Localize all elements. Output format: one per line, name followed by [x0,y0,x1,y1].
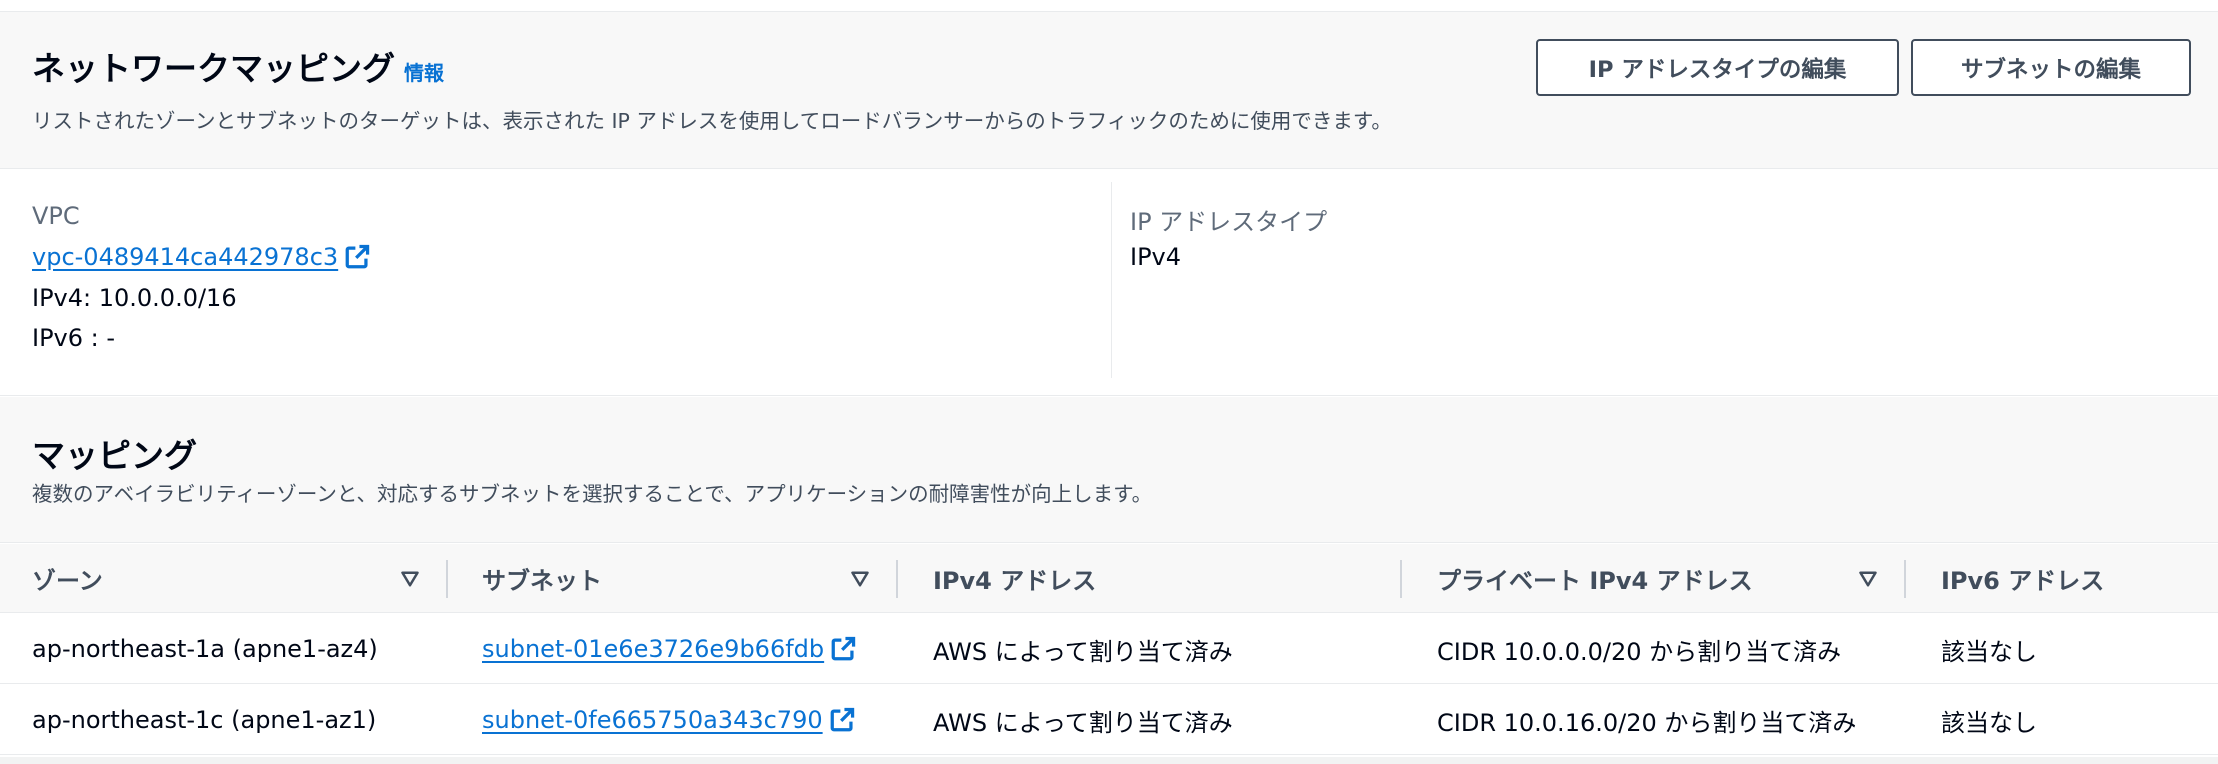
sort-caret-down-icon[interactable] [1858,569,1878,589]
ip-address-type-value: IPv4 [1130,243,1182,271]
top-edge [0,0,2218,12]
external-link-icon [830,707,854,732]
private-ipv4-address-cell: CIDR 10.0.0.0/20 から割り当て済み [1437,637,1842,666]
zone-cell: ap-northeast-1c (apne1-az1) [32,706,377,734]
external-link-icon [345,244,370,269]
sort-caret-down-icon[interactable] [850,569,870,589]
private-ipv4-address-cell: CIDR 10.0.16.0/20 から割り当て済み [1437,708,1857,737]
vpc-id-link[interactable]: vpc-0489414ca442978c3 [32,243,370,271]
column-resizer[interactable] [446,560,448,598]
vpc-id-text: vpc-0489414ca442978c3 [32,243,339,271]
column-resizer[interactable] [896,560,898,598]
table-row: ap-northeast-1a (apne1-az4) subnet-01e6e… [0,614,2218,684]
ipv4-address-cell: AWS によって割り当て済み [933,708,1233,737]
column-divider [1111,182,1112,378]
vpc-ipv6-cidr: IPv6 : - [32,324,116,352]
vpc-details-panel: VPC vpc-0489414ca442978c3 IPv4: 10.0.0.0… [0,170,2218,396]
zone-cell: ap-northeast-1a (apne1-az4) [32,635,378,663]
vpc-label: VPC [32,202,80,230]
header-description: リストされたゾーンとサブネットのターゲットは、表示された IP アドレスを使用し… [32,109,1392,133]
table-header: ゾーン サブネット IPv4 アドレス プライベート IPv4 アドレス IPv… [0,544,2218,613]
bottom-edge [0,757,2218,764]
mapping-title: マッピング [32,436,197,475]
vpc-ipv4-cidr: IPv4: 10.0.0.0/16 [32,284,237,312]
mapping-description: 複数のアベイラビリティーゾーンと、対応するサブネットを選択することで、アプリケー… [32,482,1153,506]
subnet-id-text: subnet-0fe665750a343c790 [482,706,823,734]
network-mapping-header: ネットワークマッピング 情報 リストされたゾーンとサブネットのターゲットは、表示… [0,12,2218,169]
subnet-link[interactable]: subnet-01e6e3726e9b66fdb [482,614,856,684]
page-title: ネットワークマッピング [32,49,395,88]
column-resizer[interactable] [1904,560,1906,598]
info-link[interactable]: 情報 [404,57,444,86]
external-link-icon [831,636,856,661]
column-header-zone[interactable]: ゾーン [32,544,103,613]
ipv6-address-cell: 該当なし [1941,637,2037,666]
column-resizer[interactable] [1400,560,1402,598]
table-row: ap-northeast-1c (apne1-az1) subnet-0fe66… [0,685,2218,755]
ipv6-address-cell: 該当なし [1941,708,2037,737]
edit-ip-address-type-button[interactable]: IP アドレスタイプの編集 [1536,39,1899,96]
column-header-subnet[interactable]: サブネット [482,544,602,613]
edit-subnets-button[interactable]: サブネットの編集 [1911,39,2191,96]
ipv4-address-cell: AWS によって割り当て済み [933,637,1233,666]
subnet-link[interactable]: subnet-0fe665750a343c790 [482,685,855,755]
mapping-section-header: マッピング 複数のアベイラビリティーゾーンと、対応するサブネットを選択することで… [0,397,2218,543]
column-header-ipv4-address: IPv4 アドレス [933,567,1097,595]
subnet-id-text: subnet-01e6e3726e9b66fdb [482,635,825,663]
column-header-private-ipv4-address[interactable]: プライベート IPv4 アドレス [1437,544,1753,613]
column-header-ipv6-address: IPv6 アドレス [1941,567,2105,595]
sort-caret-down-icon[interactable] [400,569,420,589]
ip-address-type-label: IP アドレスタイプ [1130,208,1328,236]
